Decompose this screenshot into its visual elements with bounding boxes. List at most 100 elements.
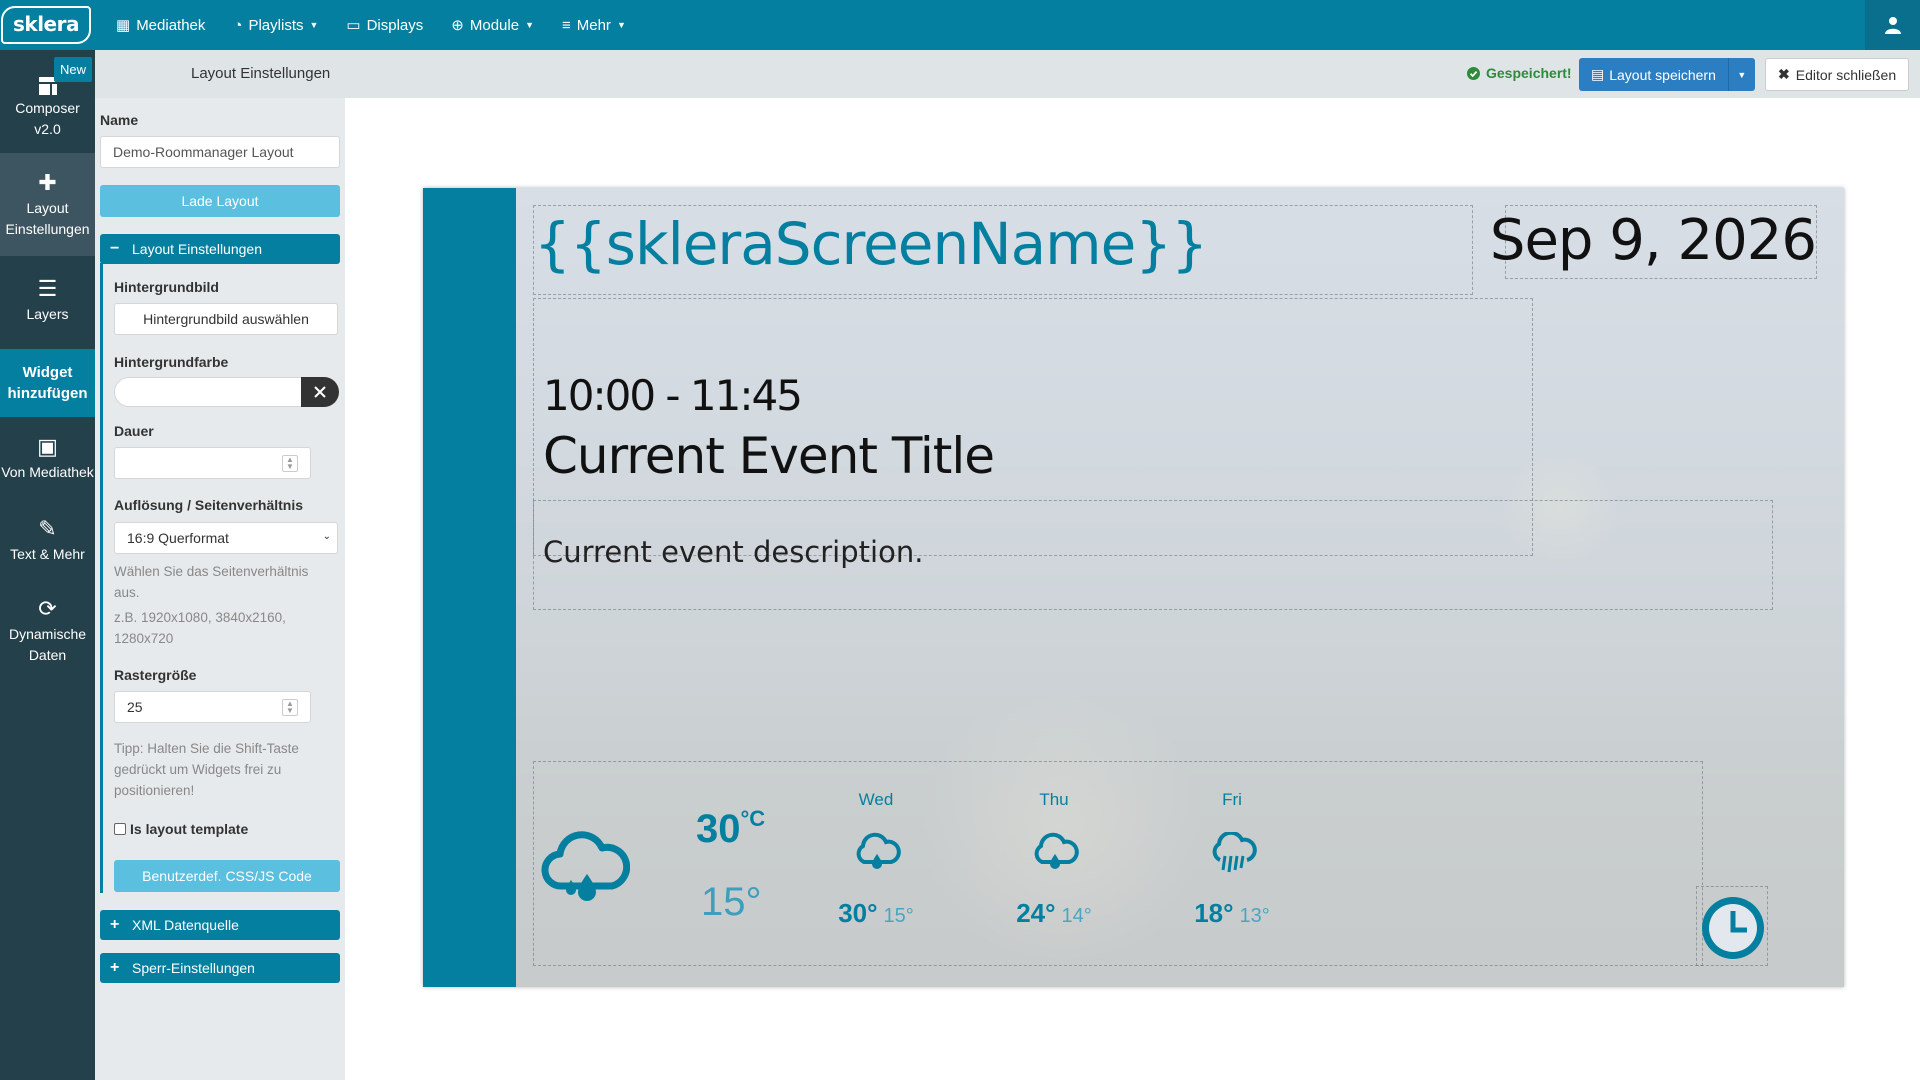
logo-text: sklera xyxy=(1,6,91,44)
refresh-icon: ⟳ xyxy=(38,596,57,621)
nav-playlists[interactable]: ◔ Playlists ▼ xyxy=(219,0,332,50)
forecast-day: Wed 30° 15° xyxy=(821,790,931,929)
widget-weather[interactable]: 30°C 15° Wed 30°15° Thu 24°14° Fri 18° xyxy=(533,761,1703,966)
load-layout-button[interactable]: Lade Layout xyxy=(100,185,340,217)
caret-down-icon: ▼ xyxy=(525,20,534,30)
media-play-icon: ▣ xyxy=(37,433,58,459)
bg-image-button[interactable]: Hintergrundbild auswählen xyxy=(114,303,338,335)
sidebar-item-layout-settings[interactable]: ✚ Layout Einstellungen xyxy=(0,153,95,256)
widget-screen-name[interactable]: {{skleraScreenName}} xyxy=(533,205,1473,295)
sidebar-item-layers[interactable]: ☰ Layers xyxy=(0,256,95,344)
nav-mehr[interactable]: ≡ Mehr ▼ xyxy=(548,0,640,50)
layout-stage[interactable]: {{skleraScreenName}} Sep 9, 2026 10:00 -… xyxy=(423,188,1844,987)
event-description: Current event description. xyxy=(543,535,924,569)
widget-event-description[interactable]: Current event description. xyxy=(533,500,1773,610)
duration-input[interactable]: ▲ ▼ xyxy=(114,447,311,479)
forecast-high: 18° xyxy=(1194,898,1234,928)
clear-color-button[interactable] xyxy=(301,377,339,407)
widget-date[interactable]: Sep 9, 2026 xyxy=(1490,205,1817,279)
current-high-value: 30 xyxy=(696,807,741,851)
caret-down-icon: ▼ xyxy=(309,20,319,30)
puzzle-icon: ✚ xyxy=(38,169,57,195)
caret-down-icon: ▼ xyxy=(1737,69,1747,80)
user-menu-button[interactable] xyxy=(1865,0,1920,50)
sidebar-layers-label: Layers xyxy=(26,305,69,322)
nav-displays-label: Displays xyxy=(366,16,424,34)
template-checkbox-row: Is layout template xyxy=(114,821,248,837)
sidebar-item-from-mediathek[interactable]: ▣ Von Mediathek xyxy=(0,417,95,499)
bg-color-input[interactable] xyxy=(114,377,304,407)
section-xml-label: XML Datenquelle xyxy=(132,917,239,933)
save-layout-label: Layout speichern xyxy=(1609,66,1716,83)
save-layout-button[interactable]: ▤ Layout speichern xyxy=(1579,58,1729,91)
nav-displays[interactable]: ▭ Displays xyxy=(332,0,437,50)
forecast-day-name: Thu xyxy=(1039,790,1069,809)
sidebar-item-dynamic-data[interactable]: ⟳ Dynamische Daten xyxy=(0,581,95,681)
sklera-logo[interactable]: sklera xyxy=(0,0,92,50)
resolution-value: 16:9 Querformat xyxy=(127,530,229,546)
forecast-high: 30° xyxy=(838,898,878,928)
template-checkbox-label: Is layout template xyxy=(130,821,249,837)
section-xml-datasource[interactable]: + XML Datenquelle xyxy=(100,910,340,940)
layout-settings-panel: Name Demo-Roommanager Layout Lade Layout… xyxy=(95,98,345,1080)
clock-icon: ◔ xyxy=(233,16,243,34)
close-icon xyxy=(314,386,326,398)
rain-cloud-icon xyxy=(1034,832,1079,869)
section-layout-settings[interactable]: − Layout Einstellungen xyxy=(100,234,340,264)
template-checkbox[interactable] xyxy=(114,823,126,835)
nav-module[interactable]: ⊕ Module ▼ xyxy=(437,0,548,50)
floppy-icon: ▤ xyxy=(1591,66,1605,82)
check-circle-icon xyxy=(1467,66,1480,80)
name-input[interactable]: Demo-Roommanager Layout xyxy=(100,136,340,168)
resolution-label: Auflösung / Seitenverhältnis xyxy=(114,497,304,513)
close-editor-label: Editor schließen xyxy=(1795,66,1897,83)
forecast-day: Fri 18° 13° xyxy=(1177,790,1287,929)
nav-module-label: Module xyxy=(469,16,520,34)
sidebar-text-label: Text & Mehr xyxy=(10,545,85,562)
stepper-icon[interactable]: ▲ ▼ xyxy=(282,455,298,472)
nav-mehr-label: Mehr xyxy=(576,16,611,34)
section-layout-settings-label: Layout Einstellungen xyxy=(132,241,262,257)
resolution-help: Wählen Sie das Seitenverhältnis aus. xyxy=(114,564,309,600)
close-editor-button[interactable]: ✖ Editor schließen xyxy=(1765,58,1910,91)
editor-sidebar: New Composer v2.0 ✚ Layout Einstellungen… xyxy=(0,50,95,1080)
forecast-day: Thu 24° 14° xyxy=(999,790,1109,929)
editor-header: Layout Einstellungen Gespeichert! ▤ Layo… xyxy=(95,50,1920,98)
temp-unit: °C xyxy=(740,806,766,831)
menu-icon: ≡ xyxy=(561,16,571,34)
minus-icon: − xyxy=(110,240,120,257)
nav-mediathek[interactable]: ▦ Mediathek xyxy=(92,0,219,50)
plus-icon: + xyxy=(110,916,120,933)
sidebar-widget-label: Widget xyxy=(22,364,73,381)
grid-size-value: 25 xyxy=(127,699,143,715)
current-low-temp: 15° xyxy=(701,880,762,924)
custom-code-button[interactable]: Benutzerdef. CSS/JS Code xyxy=(114,860,340,892)
screen-name-text: {{skleraScreenName}} xyxy=(534,210,1208,278)
sidebar-item-composer[interactable]: New Composer v2.0 xyxy=(0,50,95,153)
save-options-dropdown[interactable]: ▼ xyxy=(1729,70,1755,80)
monitor-icon: ▭ xyxy=(346,17,361,34)
nav-playlists-label: Playlists xyxy=(248,16,304,34)
panel-title: Layout Einstellungen xyxy=(191,65,331,82)
clock-icon xyxy=(1702,897,1764,959)
section-lock-settings[interactable]: + Sperr-Einstellungen xyxy=(100,953,340,983)
list-icon: ☰ xyxy=(37,275,58,301)
sidebar-item-add-widget[interactable]: Widget hinzufügen xyxy=(0,349,95,417)
sidebar-item-text-more[interactable]: ✎ Text & Mehr xyxy=(0,499,95,581)
date-text: Sep 9, 2026 xyxy=(1489,208,1817,273)
stepper-icon[interactable]: ▲ ▼ xyxy=(282,699,298,716)
rain-cloud-icon xyxy=(856,832,901,869)
sidebar-layout-label: Layout xyxy=(26,199,69,216)
caret-down-icon: ▼ xyxy=(616,20,626,30)
plus-circle-icon: ⊕ xyxy=(451,17,464,34)
resolution-select[interactable]: 16:9 Querformat ⌄ xyxy=(114,522,338,554)
widget-clock[interactable] xyxy=(1696,886,1768,966)
bg-image-label: Hintergrundbild xyxy=(114,279,219,295)
new-badge: New xyxy=(53,57,92,82)
event-time: 10:00 - 11:45 xyxy=(543,371,803,420)
pencil-icon: ✎ xyxy=(38,515,57,541)
name-label: Name xyxy=(100,112,139,128)
grid-size-input[interactable]: 25 ▲ ▼ xyxy=(114,691,311,723)
top-navbar: sklera ▦ Mediathek ◔ Playlists ▼ ▭ Displays … xyxy=(0,0,1920,50)
accent-bar[interactable] xyxy=(423,188,516,987)
